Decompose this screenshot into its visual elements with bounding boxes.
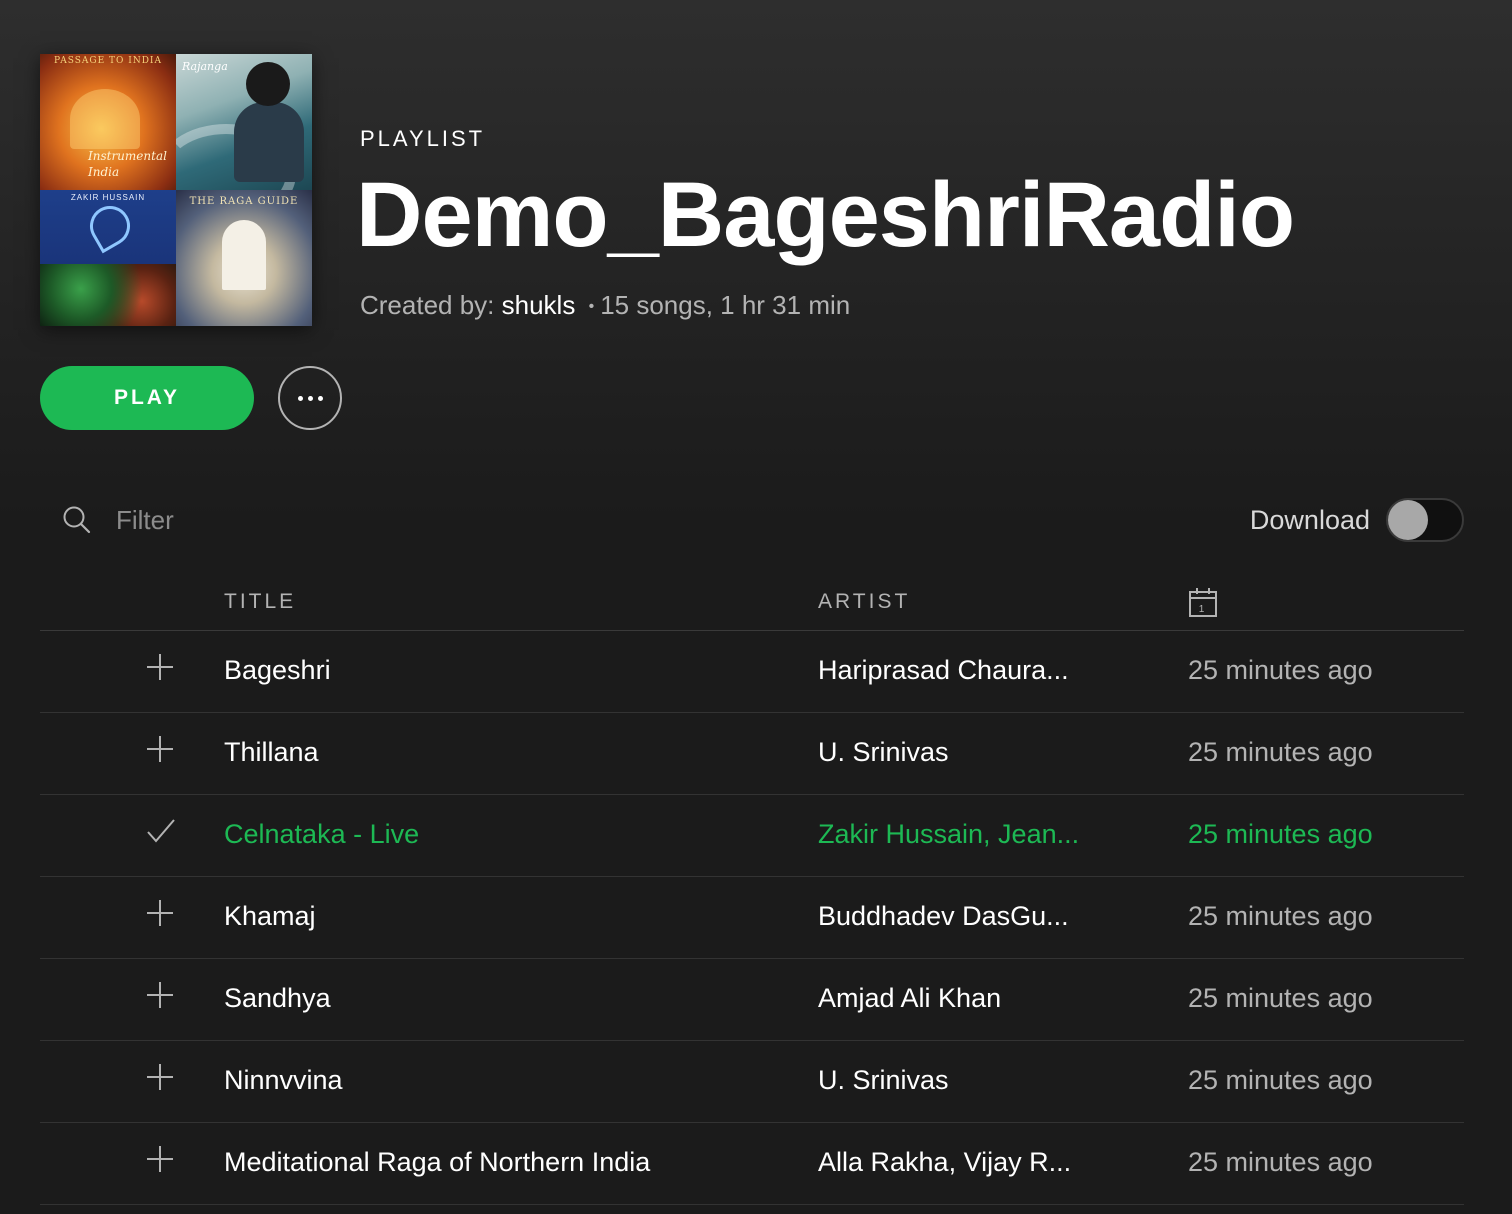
track-added: 25 minutes ago	[1188, 737, 1373, 767]
track-added: 25 minutes ago	[1188, 901, 1373, 931]
playlist-summary: 15 songs, 1 hr 31 min	[600, 290, 851, 320]
calendar-icon: 1	[1189, 588, 1217, 617]
add-icon[interactable]	[146, 899, 174, 927]
track-title[interactable]: Sandhya	[224, 983, 331, 1014]
play-button[interactable]: PLAY	[40, 366, 254, 430]
ellipsis-icon	[317, 395, 323, 401]
track-artist[interactable]: Zakir Hussain, Jean...	[818, 819, 1079, 850]
created-by-label: Created by:	[360, 290, 495, 320]
track-artist[interactable]: Amjad Ali Khan	[818, 983, 1001, 1014]
cover-tile-zakir-hussain: ZAKIR HUSSAIN	[40, 190, 176, 326]
download-label: Download	[1249, 504, 1370, 535]
track-row[interactable]: Meditational Raga of Northern India Alla …	[40, 1123, 1464, 1205]
track-row[interactable]: Bageshri Hariprasad Chaura... 25 minutes a…	[40, 631, 1464, 713]
column-header-artist[interactable]: ARTIST	[818, 590, 910, 614]
cover-tile-mandolin: Rajanga	[176, 54, 312, 190]
ellipsis-icon	[307, 395, 313, 401]
add-icon[interactable]	[146, 653, 174, 681]
track-row[interactable]: Celnataka - Live Zakir Hussain, Jean... 25…	[40, 795, 1464, 877]
add-icon[interactable]	[146, 1063, 174, 1091]
cover-tile-artist-text: ZAKIR HUSSAIN	[70, 193, 146, 202]
playlist-cover-art: PASSAGE TO INDIA Instrumental India Raja…	[40, 54, 312, 326]
add-icon[interactable]	[146, 1145, 174, 1173]
tracklist-header: TITLE ARTIST 1	[40, 578, 1464, 631]
track-added: 25 minutes ago	[1188, 983, 1373, 1013]
pavilion-shape	[222, 220, 266, 290]
track-artist[interactable]: Buddhadev DasGu...	[818, 901, 1069, 932]
track-row[interactable]: Sandhya Amjad Ali Khan 25 minutes ago	[40, 959, 1464, 1041]
cover-tile-instrumental-india: PASSAGE TO INDIA Instrumental India	[40, 54, 176, 190]
column-header-date-added[interactable]: 1	[1188, 586, 1218, 624]
track-artist[interactable]: Hariprasad Chaura...	[818, 655, 1069, 686]
calendar-icon-number: 1	[1199, 604, 1208, 615]
track-rows: Bageshri Hariprasad Chaura... 25 minutes a…	[40, 631, 1464, 1205]
swirl-logo-icon	[82, 198, 138, 254]
taj-dome-shape	[70, 89, 140, 149]
playlist-type-label: PLAYLIST	[360, 126, 486, 151]
ellipsis-icon	[297, 395, 303, 401]
track-artist[interactable]: Alla Rakha, Vijay R...	[818, 1147, 1071, 1178]
track-artist[interactable]: U. Srinivas	[818, 737, 949, 768]
filter-box[interactable]	[62, 500, 418, 540]
musician-body-shape	[234, 102, 304, 182]
cover-tile-top-text: PASSAGE TO INDIA	[54, 56, 162, 66]
add-icon[interactable]	[146, 981, 174, 1009]
track-added: 25 minutes ago	[1188, 655, 1373, 685]
track-title[interactable]: Thillana	[224, 737, 319, 768]
track-added: 25 minutes ago	[1188, 1147, 1373, 1177]
more-options-button[interactable]	[278, 366, 342, 430]
download-toggle[interactable]	[1386, 498, 1464, 542]
owner-link[interactable]: shukls	[502, 290, 576, 320]
track-title[interactable]: Ninnvvina	[224, 1065, 343, 1096]
cover-tile-title-text: THE RAGA GUIDE	[189, 196, 299, 207]
track-title[interactable]: Bageshri	[224, 655, 331, 686]
track-title[interactable]: Celnataka - Live	[224, 819, 419, 850]
add-icon[interactable]	[146, 735, 174, 763]
concert-photo-shape	[40, 264, 176, 326]
track-title[interactable]: Meditational Raga of Northern India	[224, 1147, 650, 1178]
search-icon	[63, 506, 91, 534]
cover-tile-main-text: Instrumental India	[88, 149, 167, 179]
track-added: 25 minutes ago	[1188, 1065, 1373, 1095]
cover-tile-raga-guide: THE RAGA GUIDE	[176, 190, 312, 326]
track-row[interactable]: Thillana U. Srinivas 25 minutes ago	[40, 713, 1464, 795]
track-title[interactable]: Khamaj	[224, 901, 316, 932]
playlist-title: Demo_BageshriRadio	[356, 164, 1295, 266]
toggle-knob	[1388, 500, 1428, 540]
download-control: Download	[1250, 498, 1464, 542]
cover-tile-script-text: Rajanga	[182, 60, 228, 73]
track-row[interactable]: Ninnvvina U. Srinivas 25 minutes ago	[40, 1041, 1464, 1123]
musician-head-shape	[246, 62, 290, 106]
checkmark-icon[interactable]	[146, 817, 175, 845]
track-row[interactable]: Khamaj Buddhadev DasGu... 25 minutes ago	[40, 877, 1464, 959]
meta-separator: •	[588, 298, 595, 316]
tracklist: TITLE ARTIST 1 Bageshri Hariprasad Chaura…	[40, 578, 1464, 1205]
track-artist[interactable]: U. Srinivas	[818, 1065, 949, 1096]
playlist-page: PASSAGE TO INDIA Instrumental India Raja…	[0, 0, 1512, 1214]
playlist-meta: Created by: shukls • 15 songs, 1 hr 31 mi…	[360, 290, 850, 321]
filter-input[interactable]	[114, 503, 418, 537]
column-header-title[interactable]: TITLE	[224, 590, 296, 614]
track-added: 25 minutes ago	[1188, 819, 1373, 849]
